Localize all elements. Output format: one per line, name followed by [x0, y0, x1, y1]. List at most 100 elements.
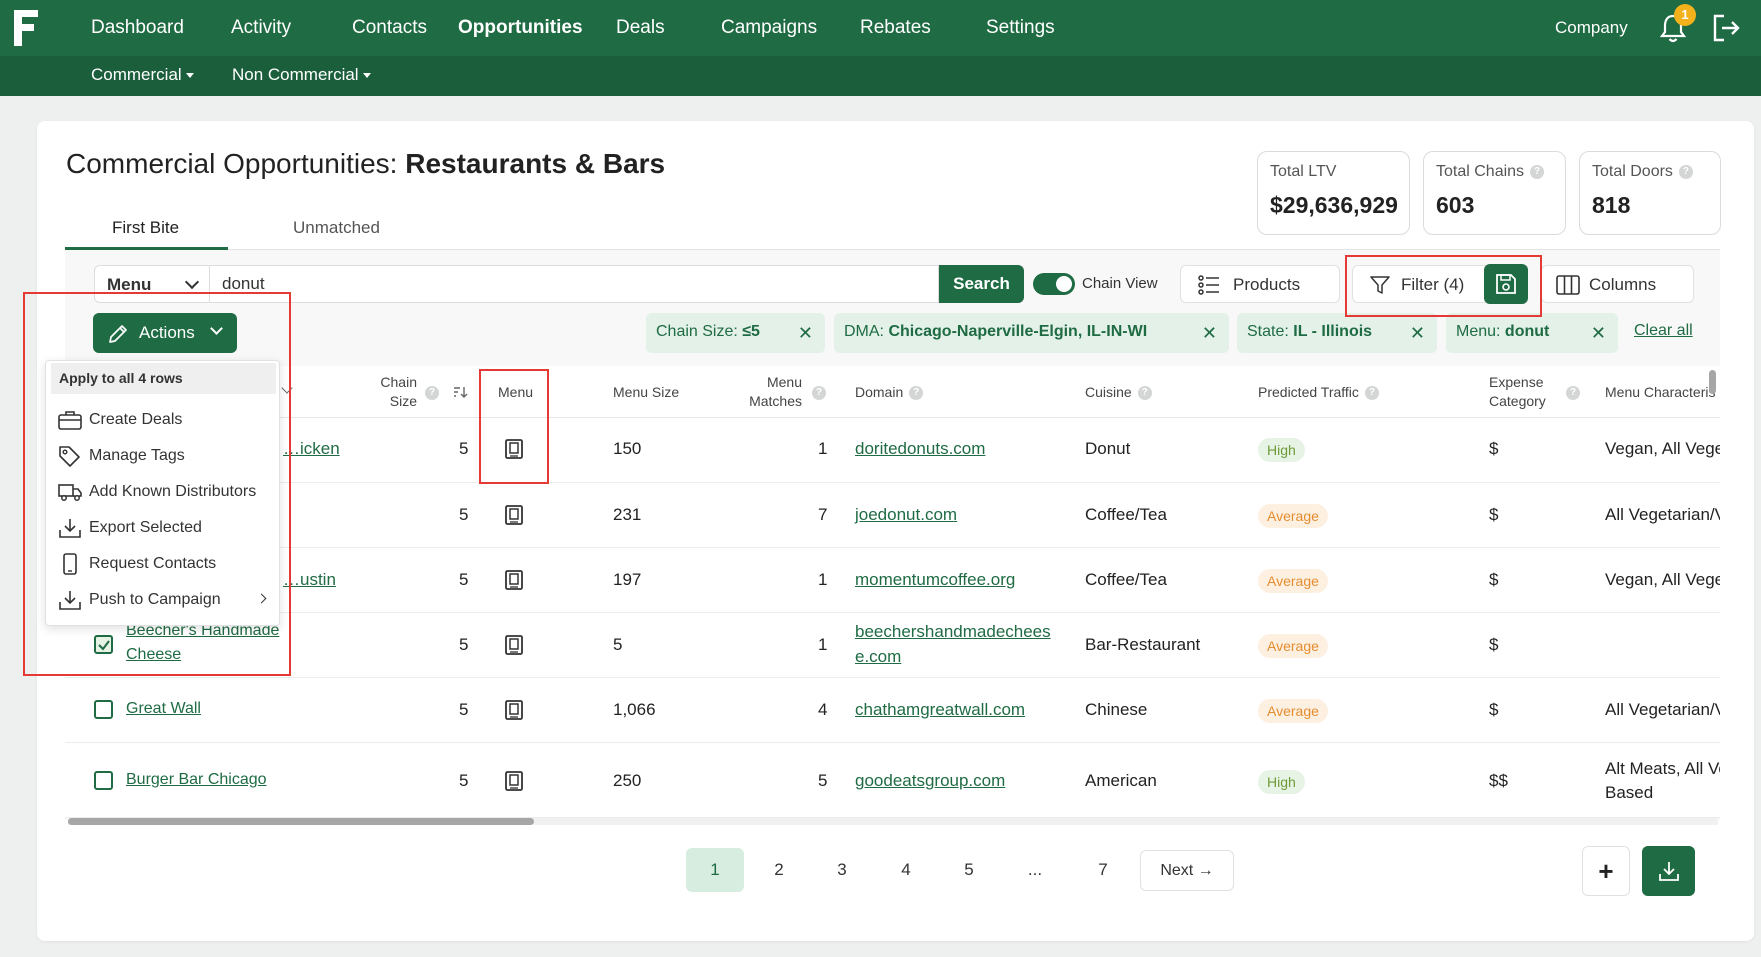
- help-icon[interactable]: ?: [1530, 164, 1545, 179]
- next-page-button[interactable]: Next →: [1140, 850, 1234, 891]
- help-icon[interactable]: ?: [1137, 386, 1152, 401]
- header-predicted-traffic[interactable]: Predicted Traffic?: [1258, 383, 1379, 402]
- sort-icon[interactable]: [452, 385, 468, 399]
- nav-rebates[interactable]: Rebates: [860, 17, 931, 39]
- stat-total-chains: Total Chains? 603: [1423, 151, 1566, 235]
- nav-settings[interactable]: Settings: [986, 17, 1055, 39]
- filter-chip-menu[interactable]: Menu: donut ✕: [1446, 313, 1618, 353]
- company-menu[interactable]: Company: [1555, 18, 1628, 38]
- traffic-badge: High: [1258, 438, 1305, 462]
- menu-doc-icon[interactable]: [505, 635, 523, 655]
- tab-unmatched[interactable]: Unmatched: [293, 218, 380, 238]
- app-logo-icon[interactable]: [12, 6, 42, 50]
- domain-link[interactable]: beechershandmadechees: [855, 622, 1051, 642]
- chain-view-toggle[interactable]: [1033, 273, 1075, 295]
- help-icon[interactable]: ?: [812, 386, 826, 400]
- search-button[interactable]: Search: [939, 265, 1024, 303]
- restaurant-name-link[interactable]: Great Wall: [126, 700, 201, 718]
- tab-first-bite[interactable]: First Bite: [112, 218, 179, 238]
- page-button[interactable]: 5: [947, 848, 991, 892]
- products-button[interactable]: Products: [1180, 265, 1340, 303]
- page-button[interactable]: 3: [820, 848, 864, 892]
- vertical-scrollbar-thumb[interactable]: [1709, 370, 1716, 394]
- menu-characteristics-value: All Vegetarian/V: [1605, 700, 1720, 719]
- page-title-prefix: Commercial Opportunities:: [66, 148, 406, 179]
- stat-label: Total LTV: [1270, 163, 1337, 180]
- nav-activity[interactable]: Activity: [231, 17, 291, 39]
- download-button[interactable]: [1642, 846, 1695, 896]
- help-icon[interactable]: ?: [1678, 164, 1693, 179]
- help-icon[interactable]: ?: [909, 386, 924, 401]
- domain-link[interactable]: e.com: [855, 647, 901, 667]
- stat-value: 818: [1592, 192, 1631, 218]
- help-icon[interactable]: ?: [1364, 386, 1379, 401]
- columns-button[interactable]: Columns: [1541, 265, 1694, 303]
- nav-dashboard[interactable]: Dashboard: [91, 17, 184, 39]
- row-checkbox[interactable]: [94, 700, 113, 719]
- subnav-non-commercial[interactable]: Non Commercial: [232, 65, 371, 85]
- logout-icon[interactable]: [1710, 12, 1742, 44]
- restaurant-name-link[interactable]: …icken: [283, 439, 340, 459]
- close-icon[interactable]: ✕: [1591, 323, 1606, 344]
- stat-total-doors: Total Doors? 818: [1579, 151, 1721, 235]
- menu-doc-icon[interactable]: [505, 505, 523, 525]
- traffic-badge: Average: [1258, 569, 1328, 593]
- chain-size-value: 5: [459, 635, 469, 654]
- header-text: Chain: [380, 374, 417, 390]
- domain-link[interactable]: goodeatsgroup.com: [855, 771, 1005, 791]
- page-button[interactable]: 2: [757, 848, 801, 892]
- filter-chip-state[interactable]: State: IL - Illinois ✕: [1237, 313, 1437, 353]
- subnav-commercial[interactable]: Commercial: [91, 65, 194, 85]
- list-icon: [1198, 275, 1219, 295]
- chain-size-value: 5: [459, 771, 469, 790]
- close-icon[interactable]: ✕: [1410, 323, 1425, 344]
- search-input[interactable]: [209, 265, 939, 303]
- nav-opportunities[interactable]: Opportunities: [458, 17, 583, 39]
- products-label: Products: [1233, 275, 1301, 294]
- menu-matches-value: 1: [818, 635, 828, 654]
- nav-contacts[interactable]: Contacts: [352, 17, 427, 39]
- page-button[interactable]: 4: [884, 848, 928, 892]
- help-icon[interactable]: ?: [425, 386, 439, 400]
- clear-all-link[interactable]: Clear all: [1634, 322, 1693, 340]
- chain-size-value: 5: [459, 505, 469, 524]
- header-domain[interactable]: Domain?: [855, 383, 924, 402]
- menu-size-value: 1,066: [613, 700, 656, 719]
- header-menu-characteristics[interactable]: Menu Characteris: [1605, 383, 1717, 402]
- columns-label: Columns: [1589, 275, 1657, 294]
- horizontal-scrollbar-thumb[interactable]: [68, 818, 534, 825]
- chevron-down-icon: [184, 274, 200, 290]
- help-icon[interactable]: ?: [1566, 386, 1580, 400]
- filter-chip-chain-size[interactable]: Chain Size: ≤5 ✕: [646, 313, 825, 353]
- menu-doc-icon[interactable]: [505, 570, 523, 590]
- stat-label: Total Doors?: [1592, 163, 1693, 181]
- domain-link[interactable]: momentumcoffee.org: [855, 570, 1015, 590]
- row-checkbox[interactable]: [94, 771, 113, 790]
- highlight-box-filter: [1345, 255, 1542, 317]
- domain-link[interactable]: chathamgreatwall.com: [855, 700, 1025, 720]
- close-icon[interactable]: ✕: [798, 323, 813, 344]
- nav-deals[interactable]: Deals: [616, 17, 665, 39]
- traffic-badge: Average: [1258, 699, 1328, 723]
- header-menu-matches[interactable]: Menu Matches: [740, 373, 802, 411]
- header-text: Size: [389, 393, 417, 409]
- header-expense-category[interactable]: Expense Category: [1489, 373, 1546, 411]
- stat-total-ltv: Total LTV $29,636,929: [1257, 151, 1410, 235]
- nav-campaigns[interactable]: Campaigns: [721, 17, 817, 39]
- header-menu-size[interactable]: Menu Size: [613, 383, 679, 402]
- add-button[interactable]: +: [1582, 846, 1630, 896]
- header-chain-size[interactable]: Chain Size: [375, 373, 417, 411]
- menu-doc-icon[interactable]: [505, 771, 523, 791]
- page-button[interactable]: 1: [686, 848, 744, 892]
- header-text: Cuisine: [1085, 384, 1132, 400]
- page-button[interactable]: 7: [1081, 848, 1125, 892]
- domain-link[interactable]: joedonut.com: [855, 505, 957, 525]
- chain-view-label: Chain View: [1082, 275, 1158, 292]
- filter-chip-dma[interactable]: DMA: Chicago-Naperville-Elgin, IL-IN-WI ✕: [834, 313, 1229, 353]
- cuisine-value: Coffee/Tea: [1085, 570, 1167, 589]
- menu-doc-icon[interactable]: [505, 700, 523, 720]
- close-icon[interactable]: ✕: [1202, 323, 1217, 344]
- domain-link[interactable]: doritedonuts.com: [855, 439, 985, 459]
- header-cuisine[interactable]: Cuisine?: [1085, 383, 1152, 402]
- restaurant-name-link[interactable]: Burger Bar Chicago: [126, 771, 267, 789]
